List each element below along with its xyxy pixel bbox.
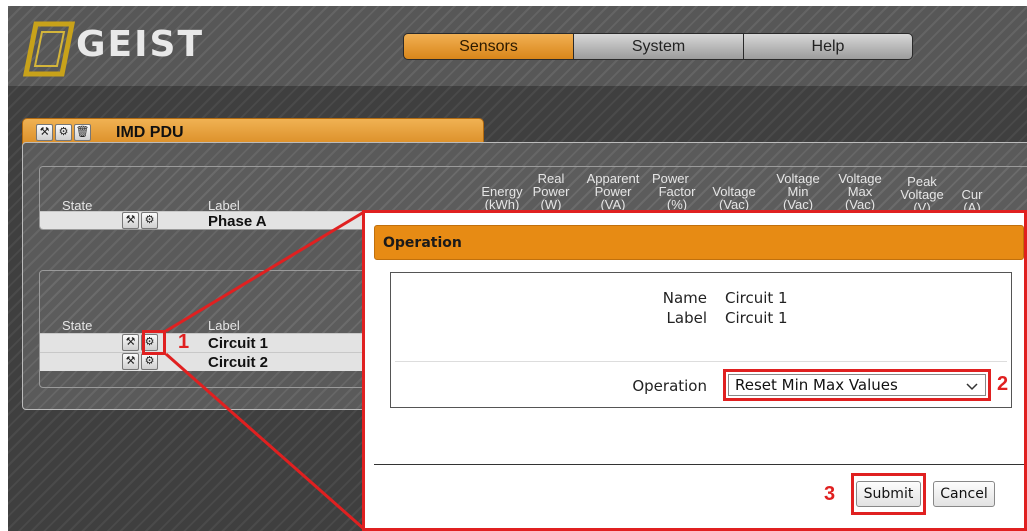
dialog-title: Operation: [374, 225, 1024, 260]
gear-icon[interactable]: ⚙: [141, 353, 158, 370]
operation-dialog: Operation Name Circuit 1 Label Circuit 1…: [362, 210, 1027, 531]
tab-sensors[interactable]: Sensors: [403, 33, 573, 60]
step2-marker: 2: [997, 373, 1009, 395]
name-label: Name: [662, 289, 707, 307]
operation-form: Name Circuit 1 Label Circuit 1 Operation…: [390, 272, 1012, 408]
device-title: IMD PDU: [116, 124, 184, 141]
submit-button[interactable]: Submit: [856, 481, 921, 507]
label-column-header: Label: [208, 318, 240, 333]
operation-selected-value: Reset Min Max Values: [735, 376, 898, 394]
wrench-icon[interactable]: ⚒: [122, 353, 139, 370]
operation-label: Operation: [632, 377, 707, 395]
wrench-icon[interactable]: ⚒: [36, 124, 53, 141]
chevron-down-icon: [966, 383, 978, 391]
row-label: Circuit 2: [208, 354, 269, 371]
divider: [395, 361, 1007, 362]
wrench-icon[interactable]: ⚒: [122, 334, 139, 351]
label-label: Label: [666, 309, 707, 327]
row-label: Circuit 1: [208, 335, 269, 352]
tab-system[interactable]: System: [573, 33, 743, 60]
state-column-header: State: [62, 318, 93, 333]
row-label: Phase A: [208, 213, 267, 230]
trash-icon[interactable]: 🗑: [74, 124, 91, 141]
brand-name: GEIST: [76, 24, 205, 65]
operation-select[interactable]: Reset Min Max Values: [723, 369, 991, 401]
geist-logo-icon: [22, 21, 76, 77]
phase-table-header: State Label Energy (kWh) Real Power (W) …: [40, 167, 1027, 214]
label-value: Circuit 1: [725, 309, 788, 327]
main-nav: Sensors System Help: [403, 33, 913, 60]
step1-highlight: [142, 330, 166, 355]
step3-marker: 3: [824, 483, 836, 505]
step1-marker: 1: [178, 331, 190, 353]
cancel-button[interactable]: Cancel: [933, 481, 995, 507]
top-bar: GEIST Sensors System Help: [8, 6, 1027, 86]
tab-help[interactable]: Help: [743, 33, 913, 60]
wrench-icon[interactable]: ⚒: [122, 212, 139, 229]
footer-divider: [374, 464, 1024, 465]
gear-icon[interactable]: ⚙: [55, 124, 72, 141]
operation-select-field[interactable]: Reset Min Max Values: [728, 374, 986, 396]
geist-logo[interactable]: GEIST: [22, 18, 252, 80]
name-value: Circuit 1: [725, 289, 788, 307]
gear-icon[interactable]: ⚙: [141, 212, 158, 229]
